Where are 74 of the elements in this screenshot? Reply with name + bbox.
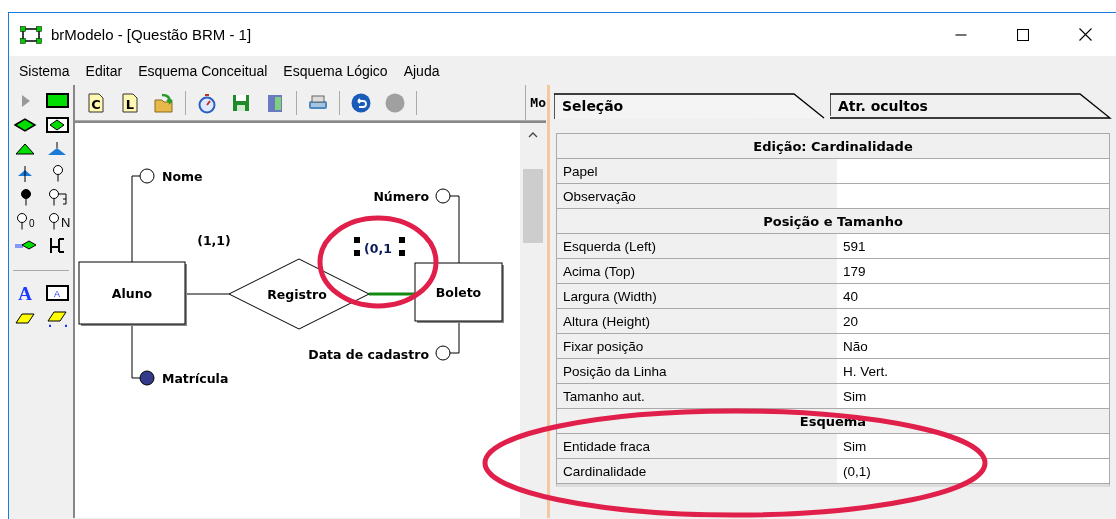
property-value[interactable]: 179: [837, 259, 1109, 283]
identifier-icon: [21, 188, 31, 206]
property-name: Entidade fraca: [562, 437, 652, 456]
attribute-circle[interactable]: [435, 188, 451, 204]
panel-label: Mo: [525, 85, 546, 120]
menu-item[interactable]: Editar: [77, 62, 131, 79]
entity-name: Boleto: [435, 285, 482, 300]
connector-line: [449, 320, 460, 354]
entity-box[interactable]: [414, 262, 503, 322]
attribute-name: Número: [373, 189, 429, 204]
cardinality-label[interactable]: (1,1): [197, 233, 231, 248]
property-name: Tamanho aut.: [562, 387, 646, 406]
property-name: Esquerda (Left): [562, 237, 658, 256]
circle-icon: [384, 91, 406, 114]
connector-line: [369, 292, 415, 296]
attribute-tool[interactable]: 0: [12, 210, 40, 232]
minimize-icon: [955, 33, 967, 36]
connector-line: [184, 293, 230, 295]
close-icon: [1078, 28, 1092, 41]
cardinality-label[interactable]: (0,1: [364, 241, 392, 256]
property-name: Cardinalidade: [562, 462, 648, 481]
menu-item[interactable]: Sistema: [11, 62, 78, 79]
property-name: Largura (Width): [562, 287, 658, 306]
property-value[interactable]: Sim: [837, 434, 1109, 458]
document-button[interactable]: C: [83, 89, 109, 116]
menu-item[interactable]: Ajuda: [395, 62, 448, 79]
attribute-tool[interactable]: N: [44, 210, 72, 232]
app-icon: [19, 24, 43, 45]
note-tool[interactable]: A: [44, 282, 72, 304]
selection-handles[interactable]: [354, 237, 405, 256]
property-name: Fixar posição: [562, 337, 645, 356]
entity-icon: [46, 91, 70, 111]
relationship-name: Registro: [267, 287, 327, 302]
attribute-name: Data de cadastro: [308, 347, 429, 362]
menu-item[interactable]: Esquema Lógico: [275, 62, 396, 79]
menu-item[interactable]: Esquema Conceitual: [130, 62, 276, 79]
associative-entity-icon: [46, 115, 70, 135]
attribute-name: Nome: [162, 169, 203, 184]
window-title: brModelo - [Questão BRM - 1]: [51, 26, 252, 43]
connector-line: [131, 323, 141, 379]
pointer-icon: [21, 94, 31, 108]
property-value[interactable]: (0,1): [837, 459, 1109, 483]
undo-icon: [350, 91, 372, 114]
relationship-icon: [14, 115, 38, 135]
connector-line: [449, 195, 460, 264]
text-tool[interactable]: A: [12, 282, 40, 304]
entity-box[interactable]: [78, 261, 186, 325]
composite-attribute-icon: [46, 187, 70, 207]
entity-name: Aluno: [111, 286, 153, 301]
property-name: Altura (Height): [562, 312, 652, 331]
property-value[interactable]: 40: [837, 284, 1109, 308]
document-button[interactable]: L: [117, 89, 143, 116]
property-value[interactable]: 20: [837, 309, 1109, 333]
property-value[interactable]: Não: [837, 334, 1109, 358]
property-name: Posição da Linha: [562, 362, 668, 381]
stopwatch-icon: [196, 91, 218, 114]
property-name: Papel: [562, 162, 599, 181]
property-value[interactable]: 591: [837, 234, 1109, 258]
tab[interactable]: Seleção: [554, 93, 830, 119]
property-value[interactable]: H. Vert.: [837, 359, 1109, 383]
tab[interactable]: Atr. ocultos: [830, 93, 1116, 119]
associative-entity-tool[interactable]: [44, 114, 72, 136]
maximize-icon: [1017, 28, 1029, 41]
property-name: Acima (Top): [562, 262, 636, 281]
property-name: Observação: [562, 187, 637, 206]
identifier-dot[interactable]: [139, 370, 155, 386]
attribute-icon: [53, 164, 63, 182]
attribute-circle[interactable]: [139, 168, 155, 184]
relationship-diamond[interactable]: [228, 258, 370, 330]
property-value[interactable]: Sim: [837, 384, 1109, 408]
attribute-circle[interactable]: [435, 345, 451, 361]
folder-icon: [153, 91, 175, 114]
attribute-name: Matrícula: [162, 371, 229, 386]
scrollbar-thumb[interactable]: [523, 169, 543, 243]
